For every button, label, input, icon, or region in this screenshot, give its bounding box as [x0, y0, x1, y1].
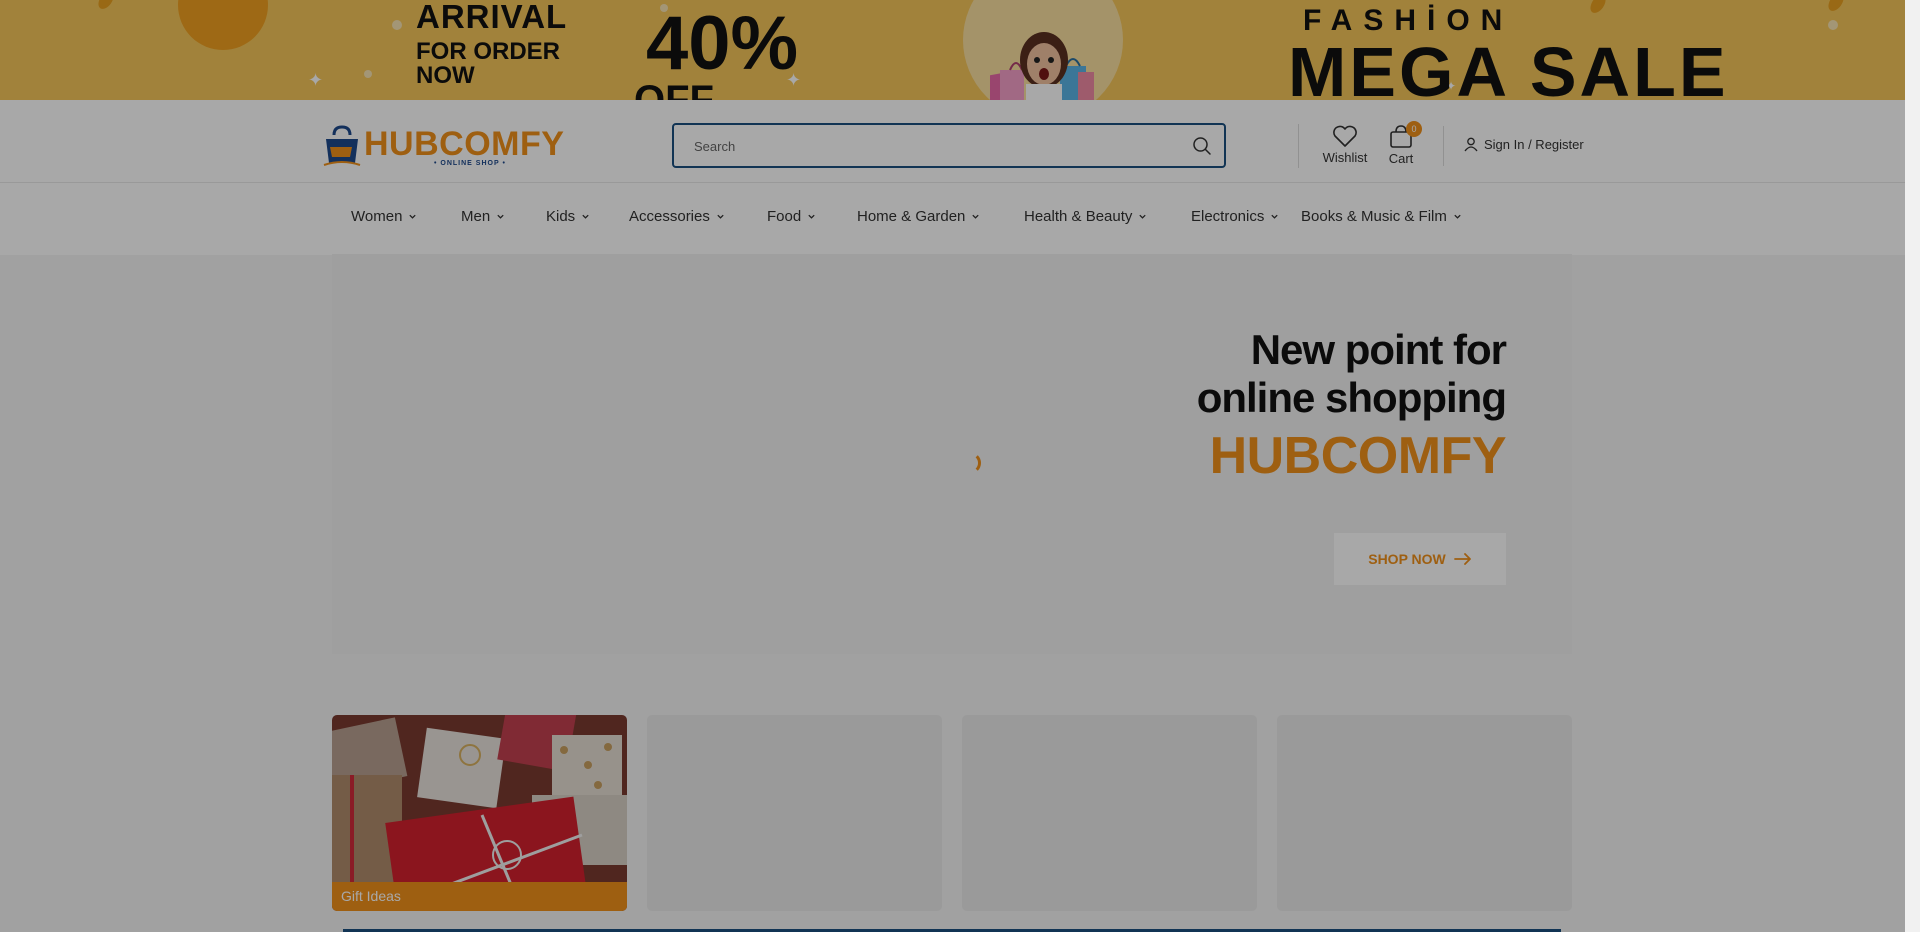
category-card-gift-ideas[interactable]: Gift Ideas — [332, 715, 627, 911]
promo-banner[interactable]: ✦ ✦ ✦ ARRIVAL FOR ORDER NOW 40% OFF FASH… — [0, 0, 1905, 100]
category-label: Gift Ideas — [332, 882, 627, 911]
wishlist-button[interactable]: Wishlist — [1320, 124, 1370, 165]
nav-item-label: Health & Beauty — [1024, 208, 1133, 225]
promo-leaf-decoration — [95, 0, 117, 12]
page-scrollbar[interactable] — [1905, 0, 1920, 932]
shopping-woman-illustration — [990, 32, 1094, 100]
nav-item-label: Home & Garden — [857, 208, 966, 225]
nav-item-label: Accessories — [629, 208, 710, 225]
shopping-bag-logo-icon — [323, 125, 361, 166]
sign-in-register-link[interactable]: Sign In / Register — [1464, 137, 1584, 152]
nav-item-label: Men — [461, 208, 491, 225]
hero-banner: New point for online shopping HUBCOMFY S… — [332, 254, 1572, 654]
promo-arrival-text: ARRIVAL — [416, 0, 568, 35]
promo-dot — [1828, 20, 1838, 30]
chevron-down-icon — [1271, 214, 1279, 219]
chevron-down-icon — [497, 214, 504, 219]
nav-item-label: Electronics — [1191, 208, 1265, 225]
shop-now-label: SHOP NOW — [1368, 551, 1446, 567]
arrow-right-icon — [1453, 553, 1471, 565]
nav-item-label: Women — [351, 208, 403, 225]
chevron-down-icon — [582, 214, 589, 219]
nav-item-label: Kids — [546, 208, 576, 225]
category-card-placeholder[interactable] — [1277, 715, 1572, 911]
promo-mega-sale-text: MEGA SALE — [1288, 33, 1729, 100]
nav-item-women[interactable]: Women — [351, 208, 417, 225]
promo-dot — [364, 70, 372, 78]
sparkle-icon: ✦ — [308, 70, 324, 91]
search-input[interactable] — [692, 125, 1176, 168]
promo-leaf-decoration — [1825, 0, 1847, 14]
nav-item-kids[interactable]: Kids — [546, 208, 590, 225]
nav-item-electronics[interactable]: Electronics — [1191, 208, 1279, 225]
nav-item-label: Food — [767, 208, 802, 225]
site-logo[interactable]: HUBCOMFY • ONLINE SHOP • — [322, 123, 572, 171]
nav-item-accessories[interactable]: Accessories — [629, 208, 725, 225]
chevron-down-icon — [1454, 214, 1461, 219]
heart-icon — [1333, 125, 1357, 147]
loading-spinner-icon — [959, 452, 981, 474]
chevron-down-icon — [1139, 214, 1147, 219]
hero-brand: HUBCOMFY — [1209, 427, 1507, 485]
header-divider — [1298, 124, 1299, 168]
category-card-placeholder[interactable] — [962, 715, 1257, 911]
sign-in-label: Sign In / Register — [1484, 137, 1584, 152]
search-icon[interactable] — [1192, 136, 1212, 156]
shop-now-button[interactable]: SHOP NOW — [1334, 533, 1506, 585]
header-divider — [1443, 126, 1444, 166]
chevron-down-icon — [409, 214, 417, 219]
promo-leaf-decoration — [1587, 0, 1609, 16]
hero-headline: New point for online shopping — [1196, 326, 1507, 422]
user-icon — [1464, 137, 1478, 152]
promo-order-text: FOR ORDER NOW — [416, 40, 560, 88]
promo-order-line2: NOW — [416, 62, 475, 89]
nav-item-home-garden[interactable]: Home & Garden — [857, 208, 980, 225]
chevron-down-icon — [717, 214, 724, 219]
chevron-down-icon — [808, 214, 815, 219]
promo-percent: 40% — [646, 1, 799, 86]
chevron-down-icon — [972, 214, 980, 219]
cart-count-badge: 0 — [1406, 121, 1422, 137]
promo-off: OFF — [634, 78, 714, 100]
logo-wordmark: HUBCOMFY — [364, 125, 565, 163]
promo-dot — [392, 20, 402, 30]
nav-item-food[interactable]: Food — [767, 208, 816, 225]
nav-item-health-beauty[interactable]: Health & Beauty — [1024, 208, 1147, 225]
nav-item-label: Books & Music & Film — [1301, 208, 1447, 225]
logo-tagline: • ONLINE SHOP • — [434, 160, 506, 167]
hero-headline-line2: online shopping — [1196, 374, 1507, 421]
wishlist-label: Wishlist — [1322, 150, 1368, 165]
search-bar — [672, 123, 1226, 168]
category-card-placeholder[interactable] — [647, 715, 942, 911]
promo-sun-decoration — [178, 0, 268, 50]
hero-headline-line1: New point for — [1250, 326, 1507, 373]
cart-label: Cart — [1388, 151, 1414, 166]
nav-item-men[interactable]: Men — [461, 208, 505, 225]
nav-item-books-music-film[interactable]: Books & Music & Film — [1301, 208, 1462, 225]
promo-order-line1: FOR ORDER — [416, 38, 560, 65]
